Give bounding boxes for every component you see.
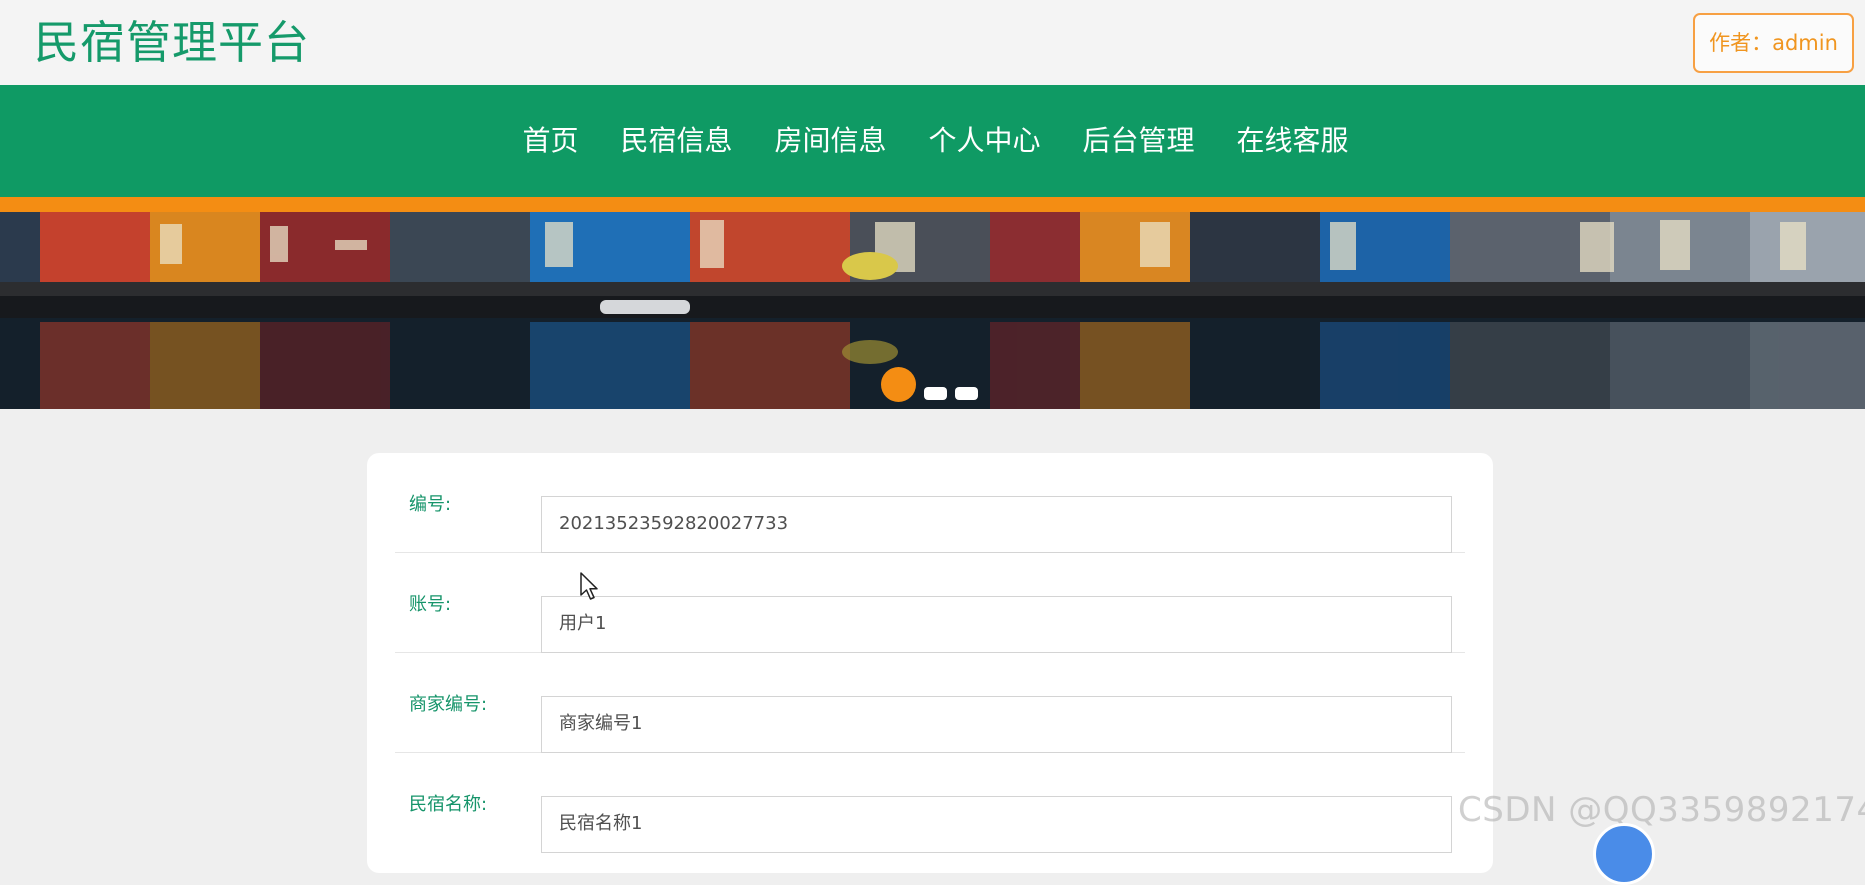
nav-item-home[interactable]: 首页	[522, 121, 578, 161]
form-row-account: 账号: 用户1	[395, 553, 1465, 653]
csdn-watermark: CSDN @QQ3359892174	[1458, 790, 1865, 830]
id-field[interactable]: 20213523592820027733	[541, 496, 1452, 553]
top-header: 民宿管理平台 作者：admin	[0, 0, 1865, 85]
carousel-dot-3[interactable]	[955, 387, 978, 400]
nav-accent-bar	[0, 197, 1865, 212]
banner-carousel[interactable]	[0, 212, 1865, 409]
detail-card: 编号: 20213523592820027733 账号: 用户1 商家编号: 商…	[367, 453, 1493, 873]
account-field[interactable]: 用户1	[541, 596, 1452, 653]
homestay-name-field[interactable]: 民宿名称1	[541, 796, 1452, 853]
carousel-dot-2[interactable]	[924, 387, 947, 400]
author-badge[interactable]: 作者：admin	[1693, 13, 1854, 73]
label-account: 账号:	[409, 593, 452, 615]
merchant-id-field[interactable]: 商家编号1	[541, 696, 1452, 753]
label-merchant-id: 商家编号:	[409, 693, 488, 715]
nav-item-personal-center[interactable]: 个人中心	[929, 121, 1041, 161]
main-nav: 首页 民宿信息 房间信息 个人中心 后台管理 在线客服	[0, 85, 1865, 197]
carousel-dot-1[interactable]	[881, 367, 916, 402]
nav-item-admin[interactable]: 后台管理	[1083, 121, 1195, 161]
nav-item-room-info[interactable]: 房间信息	[774, 121, 886, 161]
site-title: 民宿管理平台	[34, 16, 311, 69]
label-id: 编号:	[409, 493, 452, 515]
nav-item-online-service[interactable]: 在线客服	[1237, 121, 1349, 161]
mouse-pointer-icon	[580, 572, 598, 600]
form-row-merchant-id: 商家编号: 商家编号1	[395, 653, 1465, 753]
form-row-id: 编号: 20213523592820027733	[395, 453, 1465, 553]
chat-float-icon[interactable]	[1593, 823, 1655, 885]
form-row-homestay-name: 民宿名称: 民宿名称1	[395, 753, 1465, 853]
nav-list: 首页 民宿信息 房间信息 个人中心 后台管理 在线客服	[0, 85, 1865, 197]
label-homestay-name: 民宿名称:	[409, 794, 488, 815]
nav-item-homestay-info[interactable]: 民宿信息	[620, 121, 732, 161]
banner-image	[0, 212, 1865, 409]
